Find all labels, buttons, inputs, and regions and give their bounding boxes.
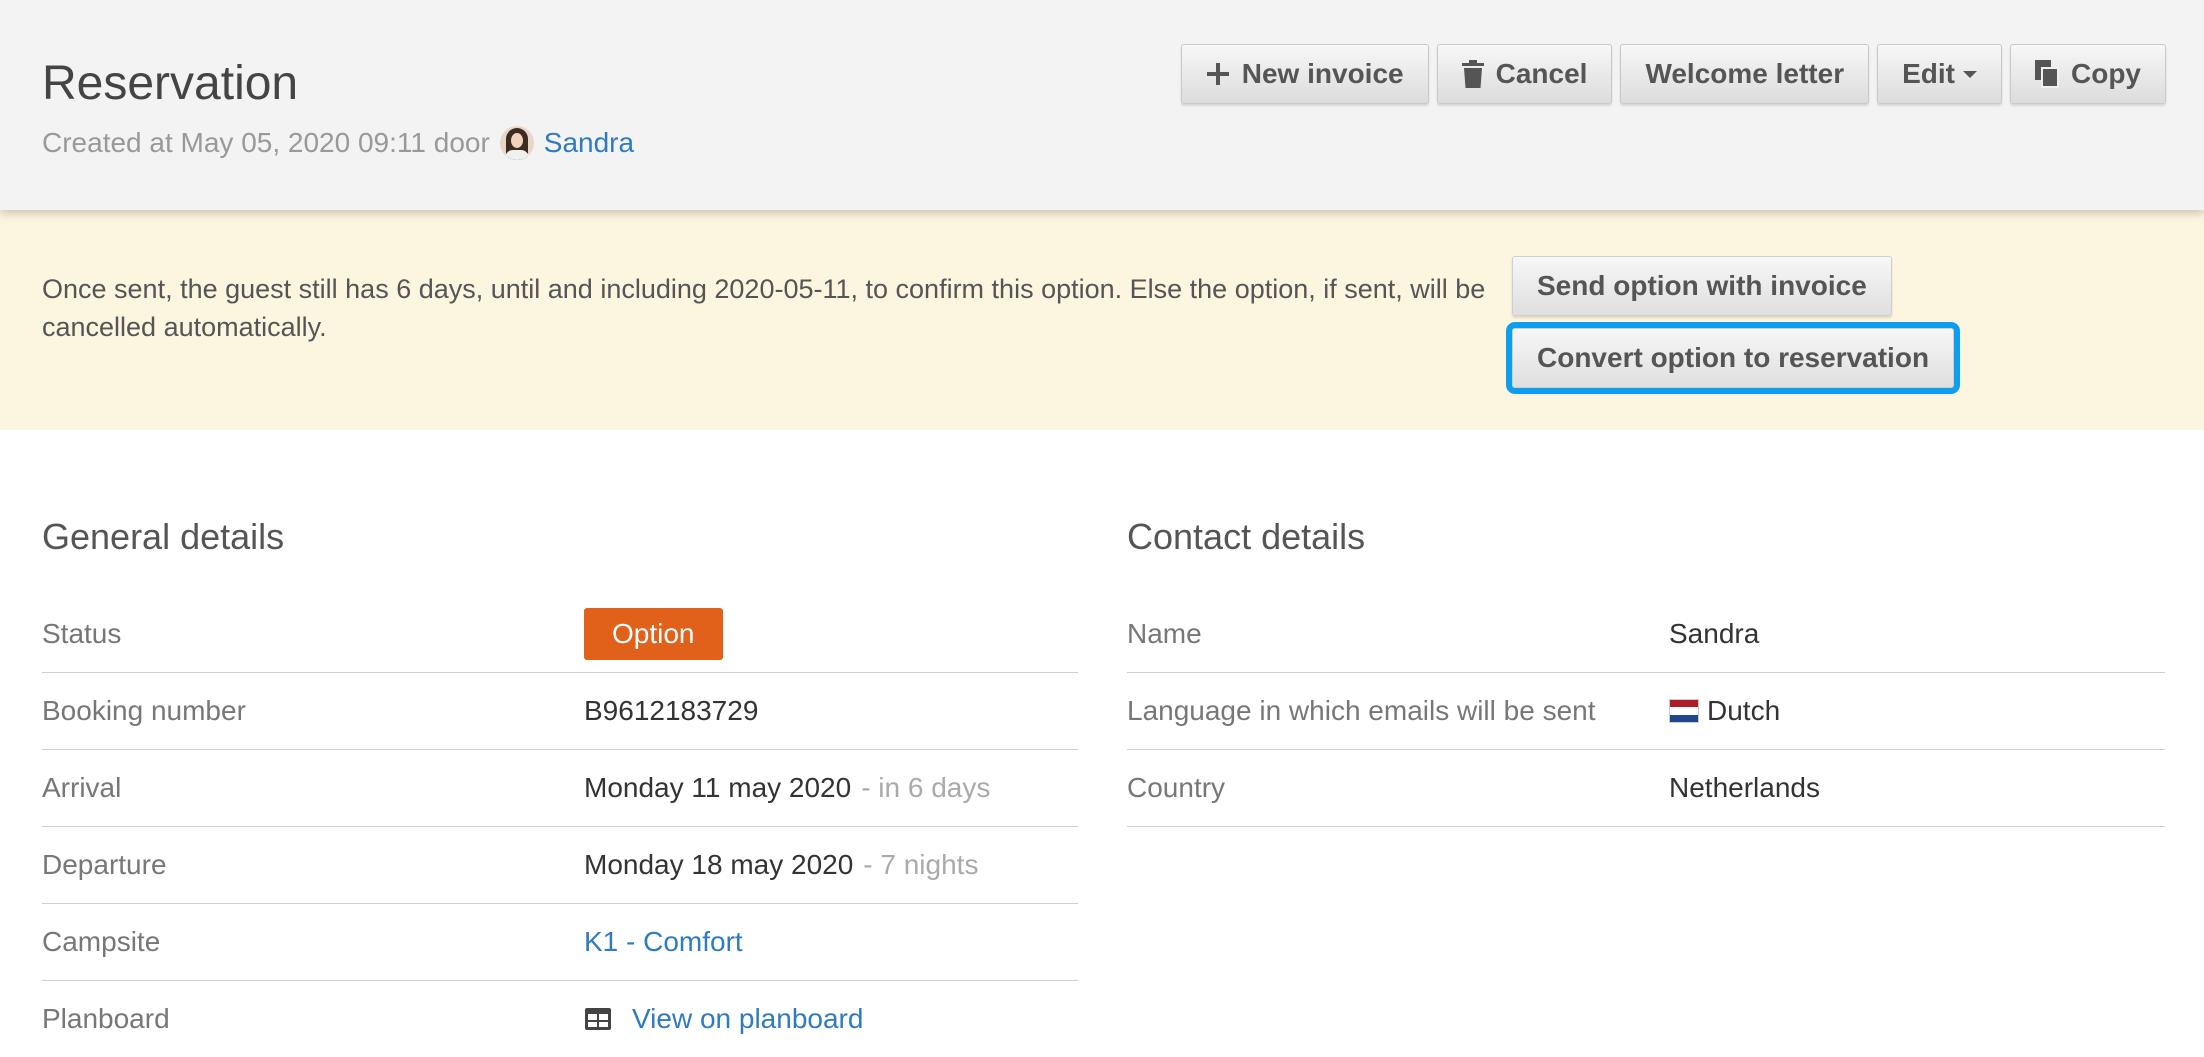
- created-by-link[interactable]: Sandra: [544, 127, 634, 159]
- welcome-letter-button[interactable]: Welcome letter: [1620, 44, 1870, 104]
- planboard-link[interactable]: View on planboard: [632, 1003, 863, 1035]
- row-label: Campsite: [42, 926, 161, 957]
- country-row: Country Netherlands: [1127, 750, 2165, 827]
- status-row: Status Option: [42, 596, 1078, 673]
- departure-value: Monday 18 may 2020: [584, 849, 854, 880]
- welcome-letter-label: Welcome letter: [1645, 58, 1845, 89]
- option-banner: Once sent, the guest still has 6 days, u…: [0, 210, 2204, 430]
- trash-icon: [1461, 60, 1484, 88]
- departure-nights: - 7 nights: [863, 849, 979, 880]
- new-invoice-button[interactable]: New invoice: [1180, 44, 1429, 104]
- created-at-text: Created at May 05, 2020 09:11 door: [42, 127, 490, 158]
- edit-dropdown-button[interactable]: Edit: [1877, 44, 2002, 104]
- contact-details-title: Contact details: [1127, 516, 1366, 557]
- edit-label: Edit: [1902, 58, 1955, 89]
- page-header: Reservation Created at May 05, 2020 09:1…: [0, 0, 2204, 210]
- booking-number-value: B9612183729: [584, 695, 759, 726]
- row-label: Country: [1127, 772, 1226, 803]
- new-invoice-label: New invoice: [1241, 58, 1404, 89]
- booking-number-row: Booking number B9612183729: [42, 673, 1078, 750]
- row-label: Status: [42, 618, 122, 649]
- campsite-row: Campsite K1 - Comfort: [42, 904, 1078, 981]
- general-details-table: Status Option Booking number B9612183729…: [42, 596, 1078, 1057]
- arrival-value: Monday 11 may 2020: [584, 772, 852, 803]
- name-row: Name Sandra: [1127, 596, 2165, 673]
- row-label: Planboard: [42, 1003, 170, 1034]
- plus-icon: [1206, 63, 1229, 85]
- send-option-button[interactable]: Send option with invoice: [1512, 256, 1892, 316]
- page-title: Reservation: [42, 57, 299, 110]
- general-details-title: General details: [42, 516, 285, 557]
- planboard-row: Planboard View on planboard: [42, 981, 1078, 1057]
- cancel-button[interactable]: Cancel: [1436, 44, 1613, 104]
- contact-name-value: Sandra: [1669, 618, 1760, 649]
- table-icon: [585, 1008, 611, 1030]
- toolbar: New invoice Cancel Welcome letter Edit C…: [1180, 44, 2166, 104]
- netherlands-flag-icon: [1669, 699, 1699, 723]
- row-label: Booking number: [42, 695, 246, 726]
- language-row: Language in which emails will be sent Du…: [1127, 673, 2165, 750]
- arrival-relative: - in 6 days: [861, 772, 991, 803]
- option-message: Once sent, the guest still has 6 days, u…: [42, 274, 1486, 342]
- caret-down-icon: [1963, 71, 1977, 78]
- departure-row: Departure Monday 18 may 2020 - 7 nights: [42, 827, 1078, 904]
- row-label: Language in which emails will be sent: [1127, 695, 1596, 726]
- copy-button[interactable]: Copy: [2010, 44, 2166, 104]
- copy-icon: [2035, 60, 2059, 88]
- created-info: Created at May 05, 2020 09:11 door Sandr…: [42, 126, 634, 160]
- contact-details-table: Name Sandra Language in which emails wil…: [1127, 596, 2165, 827]
- row-label: Name: [1127, 618, 1202, 649]
- row-label: Departure: [42, 849, 167, 880]
- copy-label: Copy: [2071, 58, 2141, 89]
- cancel-label: Cancel: [1495, 58, 1588, 89]
- campsite-link[interactable]: K1 - Comfort: [584, 926, 743, 958]
- row-label: Arrival: [42, 772, 122, 803]
- user-avatar-icon: [499, 126, 534, 160]
- country-value: Netherlands: [1669, 772, 1820, 803]
- language-value: Dutch: [1707, 695, 1781, 726]
- arrival-row: Arrival Monday 11 may 2020 - in 6 days: [42, 750, 1078, 827]
- status-badge: Option: [584, 608, 723, 660]
- convert-option-button[interactable]: Convert option to reservation: [1505, 322, 1961, 394]
